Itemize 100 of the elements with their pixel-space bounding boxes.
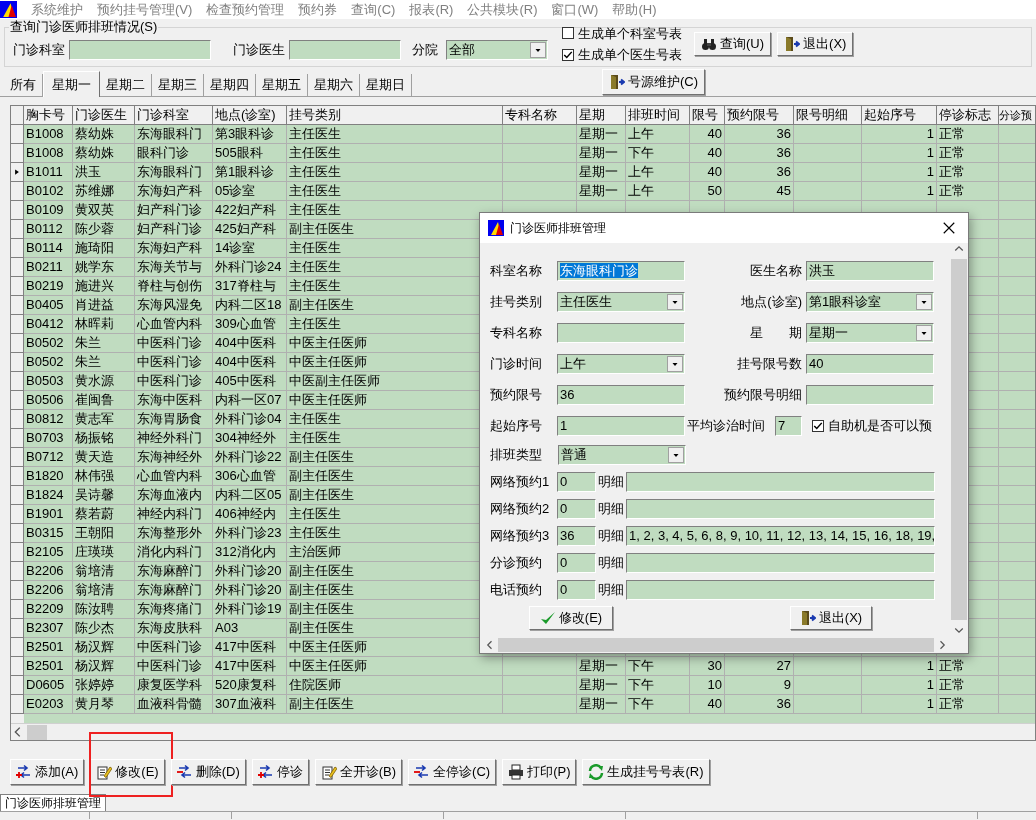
table-cell: 中医科门诊 — [135, 657, 213, 676]
button[interactable]: 号源维护(C) — [602, 69, 706, 95]
input-field[interactable]: 0 — [557, 579, 596, 600]
column-header[interactable]: 限号 — [690, 106, 725, 125]
table-cell — [794, 657, 862, 676]
column-header[interactable]: 门诊医生 — [73, 106, 135, 125]
column-header[interactable]: 胸卡号 — [24, 106, 73, 125]
menu-item[interactable]: 预约挂号管理(V) — [97, 0, 193, 20]
scrollbar-thumb[interactable] — [951, 259, 967, 620]
table-cell: 心血管内科 — [135, 467, 213, 486]
table-cell: 40 — [690, 125, 725, 144]
button[interactable]: 查询(U) — [694, 32, 772, 56]
input-field[interactable] — [69, 40, 211, 60]
input-field[interactable] — [626, 498, 935, 519]
scrollbar-thumb[interactable] — [27, 724, 47, 740]
dropdown-field[interactable]: 主任医生 — [557, 291, 685, 312]
input-field[interactable]: 0 — [557, 498, 596, 519]
dropdown-field[interactable]: 第1眼科诊室 — [806, 291, 934, 312]
table-cell: 黄志军 — [73, 410, 135, 429]
input-field[interactable]: 40 — [806, 353, 934, 374]
input-field[interactable] — [289, 40, 401, 60]
input-field[interactable] — [626, 552, 935, 573]
table-cell: 406神经内 — [213, 505, 287, 524]
arrows-minus-icon — [176, 764, 193, 780]
button[interactable]: 删除(D) — [170, 759, 246, 785]
button[interactable]: 全开诊(B) — [314, 759, 403, 785]
tab[interactable]: 星期二 — [100, 74, 152, 96]
column-header[interactable]: 专科名称 — [503, 106, 577, 125]
input-field[interactable]: 36 — [557, 525, 596, 546]
menu-item[interactable]: 系统维护 — [31, 0, 83, 20]
column-header[interactable]: 挂号类别 — [287, 106, 503, 125]
checkbox[interactable]: 生成单个医生号表 — [562, 45, 682, 65]
input-field[interactable]: 1, 2, 3, 4, 5, 6, 8, 9, 10, 11, 12, 13, 14, 15, 16, 18, 19, — [626, 525, 935, 546]
table-cell: 东海眼科门 — [135, 163, 213, 182]
app-logo-icon — [0, 1, 17, 18]
table-cell: A03 — [213, 619, 287, 638]
column-header[interactable]: 预约限号 — [725, 106, 794, 125]
table-cell: 405中医科 — [213, 372, 287, 391]
dropdown-field[interactable]: 星期一 — [806, 322, 934, 343]
button[interactable]: 退出(X) — [777, 32, 854, 56]
menu-item[interactable]: 查询(C) — [351, 0, 396, 20]
input-field[interactable]: 36 — [557, 384, 685, 405]
table-cell: 东海关节与 — [135, 258, 213, 277]
column-header[interactable]: 限号明细 — [794, 106, 862, 125]
input-field[interactable]: 0 — [557, 552, 596, 573]
column-header[interactable]: 停诊标志 — [937, 106, 999, 125]
input-field[interactable] — [806, 384, 934, 405]
menu-item[interactable]: 帮助(H) — [612, 0, 657, 20]
row-header[interactable] — [11, 163, 24, 182]
input-field[interactable]: 洪玉 — [806, 260, 934, 281]
column-header[interactable]: 排班时间 — [626, 106, 690, 125]
dropdown-field[interactable]: 上午 — [557, 353, 685, 374]
window-tab[interactable]: 门诊医师排班管理 — [0, 794, 106, 811]
table-cell — [999, 334, 1035, 353]
table-cell: 36 — [725, 144, 794, 163]
button[interactable]: 修改(E) — [90, 759, 165, 785]
table-cell: 下午 — [626, 695, 690, 714]
menu-item[interactable]: 检查预约管理 — [206, 0, 285, 20]
table-cell: 崔闽鲁 — [73, 391, 135, 410]
checkmark-icon — [539, 610, 556, 626]
table-cell: B2206 — [24, 581, 73, 600]
button[interactable]: 生成挂号号表(R) — [582, 759, 710, 785]
table-cell: 417中医科 — [213, 657, 287, 676]
button[interactable]: 打印(P) — [502, 759, 577, 785]
menu-item[interactable]: 报表(R) — [409, 0, 454, 20]
column-header[interactable]: 起始序号 — [862, 106, 937, 125]
table-cell: 陈少蓉 — [73, 220, 135, 239]
scrollbar-thumb[interactable] — [498, 637, 934, 652]
tab[interactable]: 星期一 — [43, 71, 100, 97]
input-field[interactable]: 1 — [557, 415, 685, 436]
tab[interactable]: 星期五 — [256, 74, 308, 96]
button[interactable]: 添加(A) — [10, 759, 85, 785]
button[interactable]: 全停诊(C) — [408, 759, 497, 785]
dropdown-field[interactable]: 全部 — [446, 40, 548, 60]
input-field[interactable] — [626, 579, 935, 600]
menu-item[interactable]: 窗口(W) — [551, 0, 599, 20]
column-header[interactable]: 门诊科室 — [135, 106, 213, 125]
input-field[interactable]: 0 — [557, 471, 596, 492]
input-field[interactable] — [626, 471, 935, 492]
table-cell: 星期一 — [577, 182, 626, 201]
button[interactable]: 停诊 — [251, 759, 309, 785]
button[interactable]: 退出(X) — [790, 606, 872, 630]
tab[interactable]: 星期日 — [360, 74, 412, 96]
input-field[interactable]: 东海眼科门诊 — [557, 260, 685, 281]
input-field[interactable]: 7 — [775, 415, 802, 436]
dropdown-field[interactable]: 普通 — [558, 444, 686, 465]
tab[interactable]: 星期四 — [204, 74, 256, 96]
checkbox[interactable]: 自助机是否可以预 — [812, 415, 932, 436]
menu-item[interactable]: 公共模块(R) — [467, 0, 538, 20]
table-cell — [999, 600, 1035, 619]
table-cell: B0712 — [24, 448, 73, 467]
menu-item[interactable]: 预约券 — [298, 0, 338, 20]
column-header[interactable]: 地点(诊室) — [213, 106, 287, 125]
tab[interactable]: 星期六 — [308, 74, 360, 96]
column-header[interactable]: 星期 — [577, 106, 626, 125]
checkbox[interactable]: 生成单个科室号表 — [562, 23, 682, 43]
button[interactable]: 修改(E) — [529, 606, 613, 630]
table-cell: B1901 — [24, 505, 73, 524]
input-field[interactable] — [557, 322, 685, 343]
tab[interactable]: 星期三 — [152, 74, 204, 96]
